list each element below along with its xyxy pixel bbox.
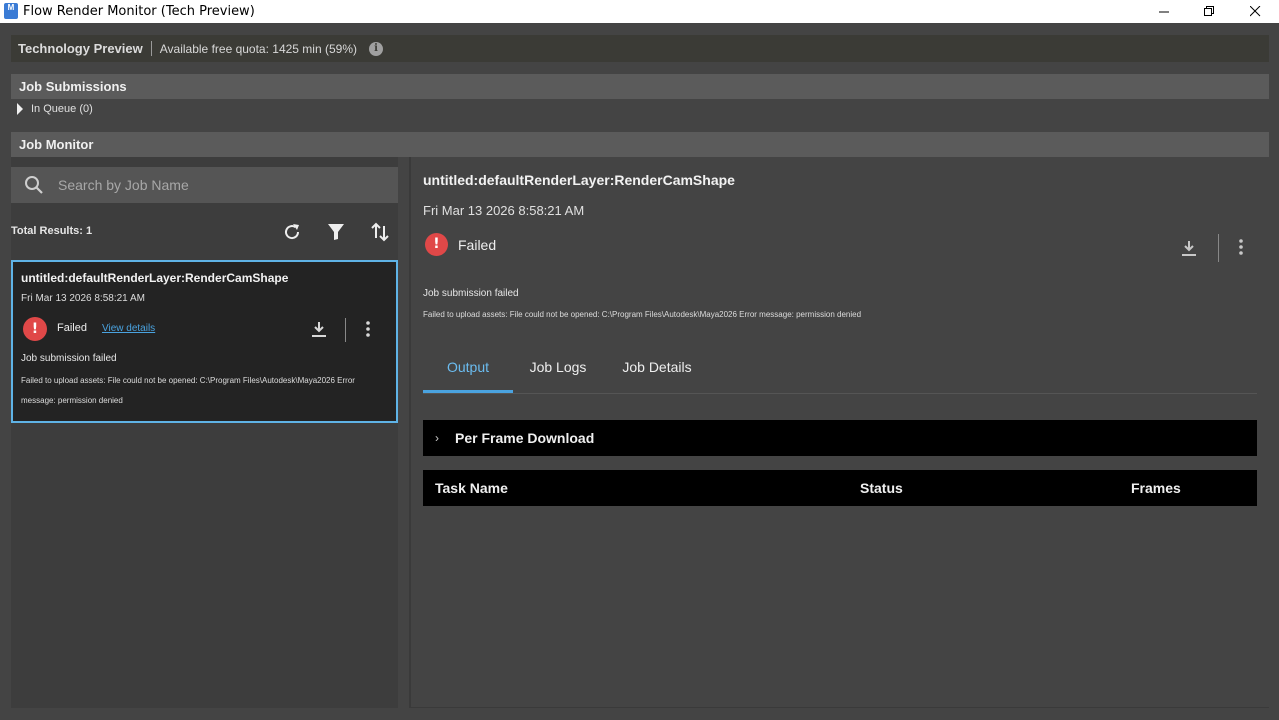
job-date: Fri Mar 13 2026 8:58:21 AM xyxy=(21,293,145,304)
bottom-divider xyxy=(411,707,1269,708)
detail-date: Fri Mar 13 2026 8:58:21 AM xyxy=(423,203,585,218)
banner-title: Technology Preview xyxy=(18,41,143,56)
job-card[interactable]: untitled:defaultRenderLayer:RenderCamSha… xyxy=(11,260,398,423)
download-button[interactable] xyxy=(310,320,328,343)
detail-error-icon: ! xyxy=(425,233,448,256)
column-task-name[interactable]: Task Name xyxy=(435,480,508,496)
banner-separator xyxy=(150,41,152,56)
info-icon[interactable]: i xyxy=(368,41,383,56)
job-message: Job submission failed xyxy=(21,353,117,364)
detail-download-button[interactable] xyxy=(1180,239,1198,262)
search-input[interactable] xyxy=(58,173,378,197)
expand-triangle-icon xyxy=(17,103,23,115)
refresh-icon xyxy=(285,224,300,240)
sort-icon xyxy=(371,222,389,242)
download-icon xyxy=(1182,241,1196,256)
more-vertical-icon xyxy=(366,321,370,337)
close-icon xyxy=(1249,6,1260,17)
more-vertical-icon xyxy=(1239,239,1243,255)
detail-message: Job submission failed xyxy=(423,288,519,299)
job-name: untitled:defaultRenderLayer:RenderCamSha… xyxy=(21,271,289,285)
results-toolbar: Total Results: 1 xyxy=(11,221,398,243)
detail-error-text: Failed to upload assets: File could not … xyxy=(423,310,862,319)
view-details-link[interactable]: View details xyxy=(102,323,155,334)
tech-preview-banner: Technology Preview Available free quota:… xyxy=(11,35,1269,62)
app-icon: M xyxy=(4,3,18,19)
task-table-header: Task Name Status Frames xyxy=(423,470,1257,506)
window-title: Flow Render Monitor (Tech Preview) xyxy=(23,4,255,19)
detail-tabs: Output Job Logs Job Details xyxy=(423,347,1257,394)
title-bar: M Flow Render Monitor (Tech Preview) xyxy=(0,0,1279,23)
minimize-icon xyxy=(1158,11,1169,13)
tab-job-details[interactable]: Job Details xyxy=(613,347,701,393)
per-frame-download-label: Per Frame Download xyxy=(455,430,595,446)
column-status[interactable]: Status xyxy=(860,480,903,496)
minimize-button[interactable] xyxy=(1141,0,1187,23)
detail-title: untitled:defaultRenderLayer:RenderCamSha… xyxy=(423,172,735,188)
in-queue-label: In Queue (0) xyxy=(31,103,93,115)
job-error-detail: Failed to upload assets: File could not … xyxy=(21,376,355,405)
sort-button[interactable] xyxy=(369,221,391,243)
in-queue-toggle[interactable]: In Queue (0) xyxy=(17,103,93,115)
job-monitor-header: Job Monitor xyxy=(11,132,1269,157)
job-submissions-header: Job Submissions xyxy=(11,74,1269,99)
error-icon: ! xyxy=(23,317,47,341)
download-icon xyxy=(312,322,326,337)
detail-more-options-button[interactable] xyxy=(1238,238,1244,261)
chevron-right-icon: › xyxy=(435,431,439,445)
restore-icon xyxy=(1203,6,1214,16)
column-frames[interactable]: Frames xyxy=(1131,480,1181,496)
search-box[interactable] xyxy=(11,167,398,203)
quota-text: Available free quota: 1425 min (59%) xyxy=(159,41,357,56)
filter-icon xyxy=(328,224,344,240)
filter-button[interactable] xyxy=(325,221,347,243)
tab-output[interactable]: Output xyxy=(423,347,513,393)
job-status: Failed xyxy=(57,322,87,334)
detail-action-divider xyxy=(1218,234,1219,262)
search-icon xyxy=(25,176,43,194)
action-divider xyxy=(345,318,346,342)
per-frame-download-toggle[interactable]: › Per Frame Download xyxy=(423,420,1257,456)
tab-job-logs[interactable]: Job Logs xyxy=(519,347,597,393)
restore-button[interactable] xyxy=(1186,0,1232,23)
job-list-panel: Total Results: 1 untitled:defaultRenderL… xyxy=(11,157,398,708)
more-options-button[interactable] xyxy=(365,320,371,343)
detail-status: Failed xyxy=(458,237,497,253)
refresh-button[interactable] xyxy=(281,221,303,243)
total-results: Total Results: 1 xyxy=(11,225,93,237)
panel-divider xyxy=(409,157,411,708)
close-button[interactable] xyxy=(1232,0,1278,23)
